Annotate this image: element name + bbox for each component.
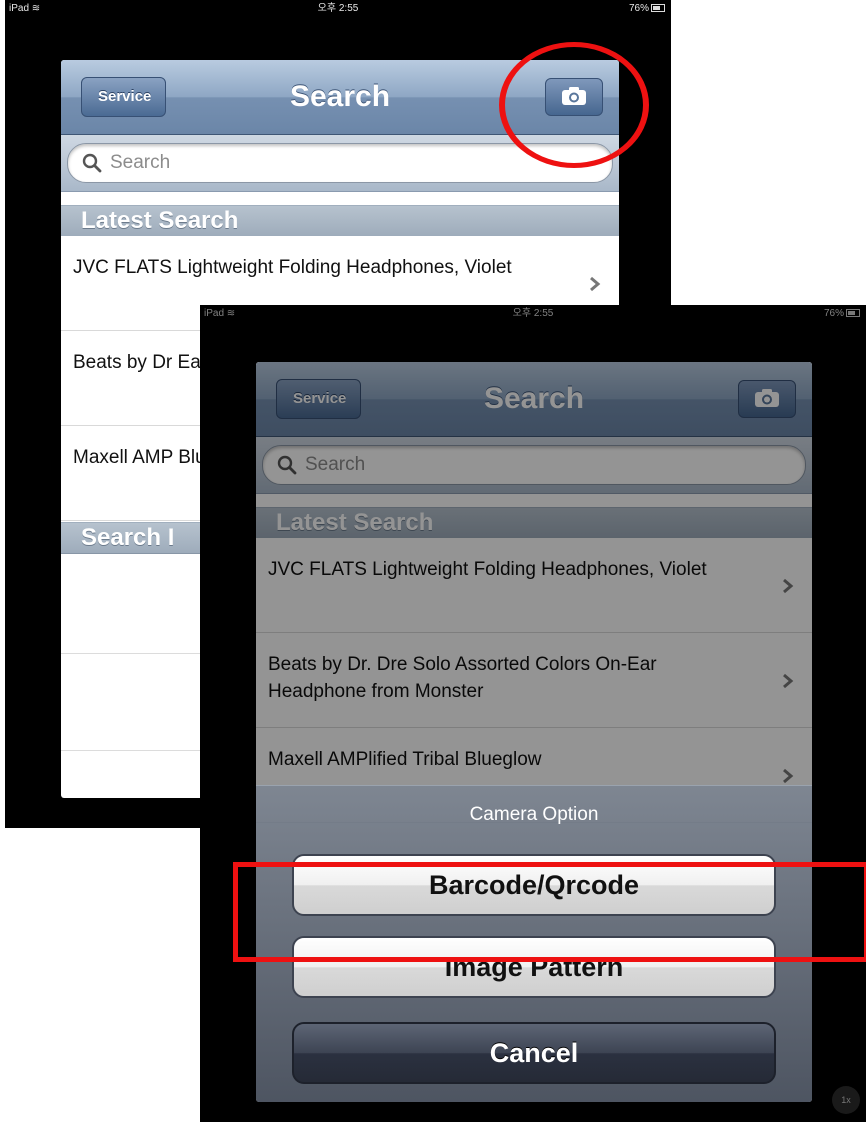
zoom-badge[interactable]: 1x — [832, 1086, 860, 1114]
list-item-label: JVC FLATS Lightweight Folding Headphones… — [73, 257, 512, 278]
search-icon — [82, 153, 102, 173]
cancel-button[interactable]: Cancel — [292, 1022, 776, 1084]
section-header-latest-search: Latest Search — [61, 205, 619, 237]
status-time: 오후 2:55 — [512, 308, 554, 319]
front-device-screenshot: iPad ≋ 오후 2:55 76% Search Service Search… — [200, 305, 866, 1122]
status-bar: iPad ≋ 오후 2:55 76% — [200, 305, 866, 323]
battery-indicator: 76% — [629, 0, 665, 18]
status-time: 오후 2:55 — [317, 3, 359, 14]
status-bar: iPad ≋ 오후 2:55 76% — [5, 0, 671, 18]
search-placeholder: Search — [110, 152, 171, 173]
battery-indicator: 76% — [824, 305, 860, 323]
app-screen: Search Service Search Latest Search JVC … — [256, 362, 812, 1102]
action-sheet-title: Camera Option — [469, 804, 599, 825]
battery-icon — [846, 309, 860, 318]
battery-icon — [651, 4, 665, 13]
service-back-button[interactable]: Service — [81, 77, 167, 117]
highlight-circle-camera-button — [499, 42, 649, 169]
chevron-right-icon — [590, 276, 601, 292]
highlight-rect-image-pattern — [233, 862, 866, 962]
